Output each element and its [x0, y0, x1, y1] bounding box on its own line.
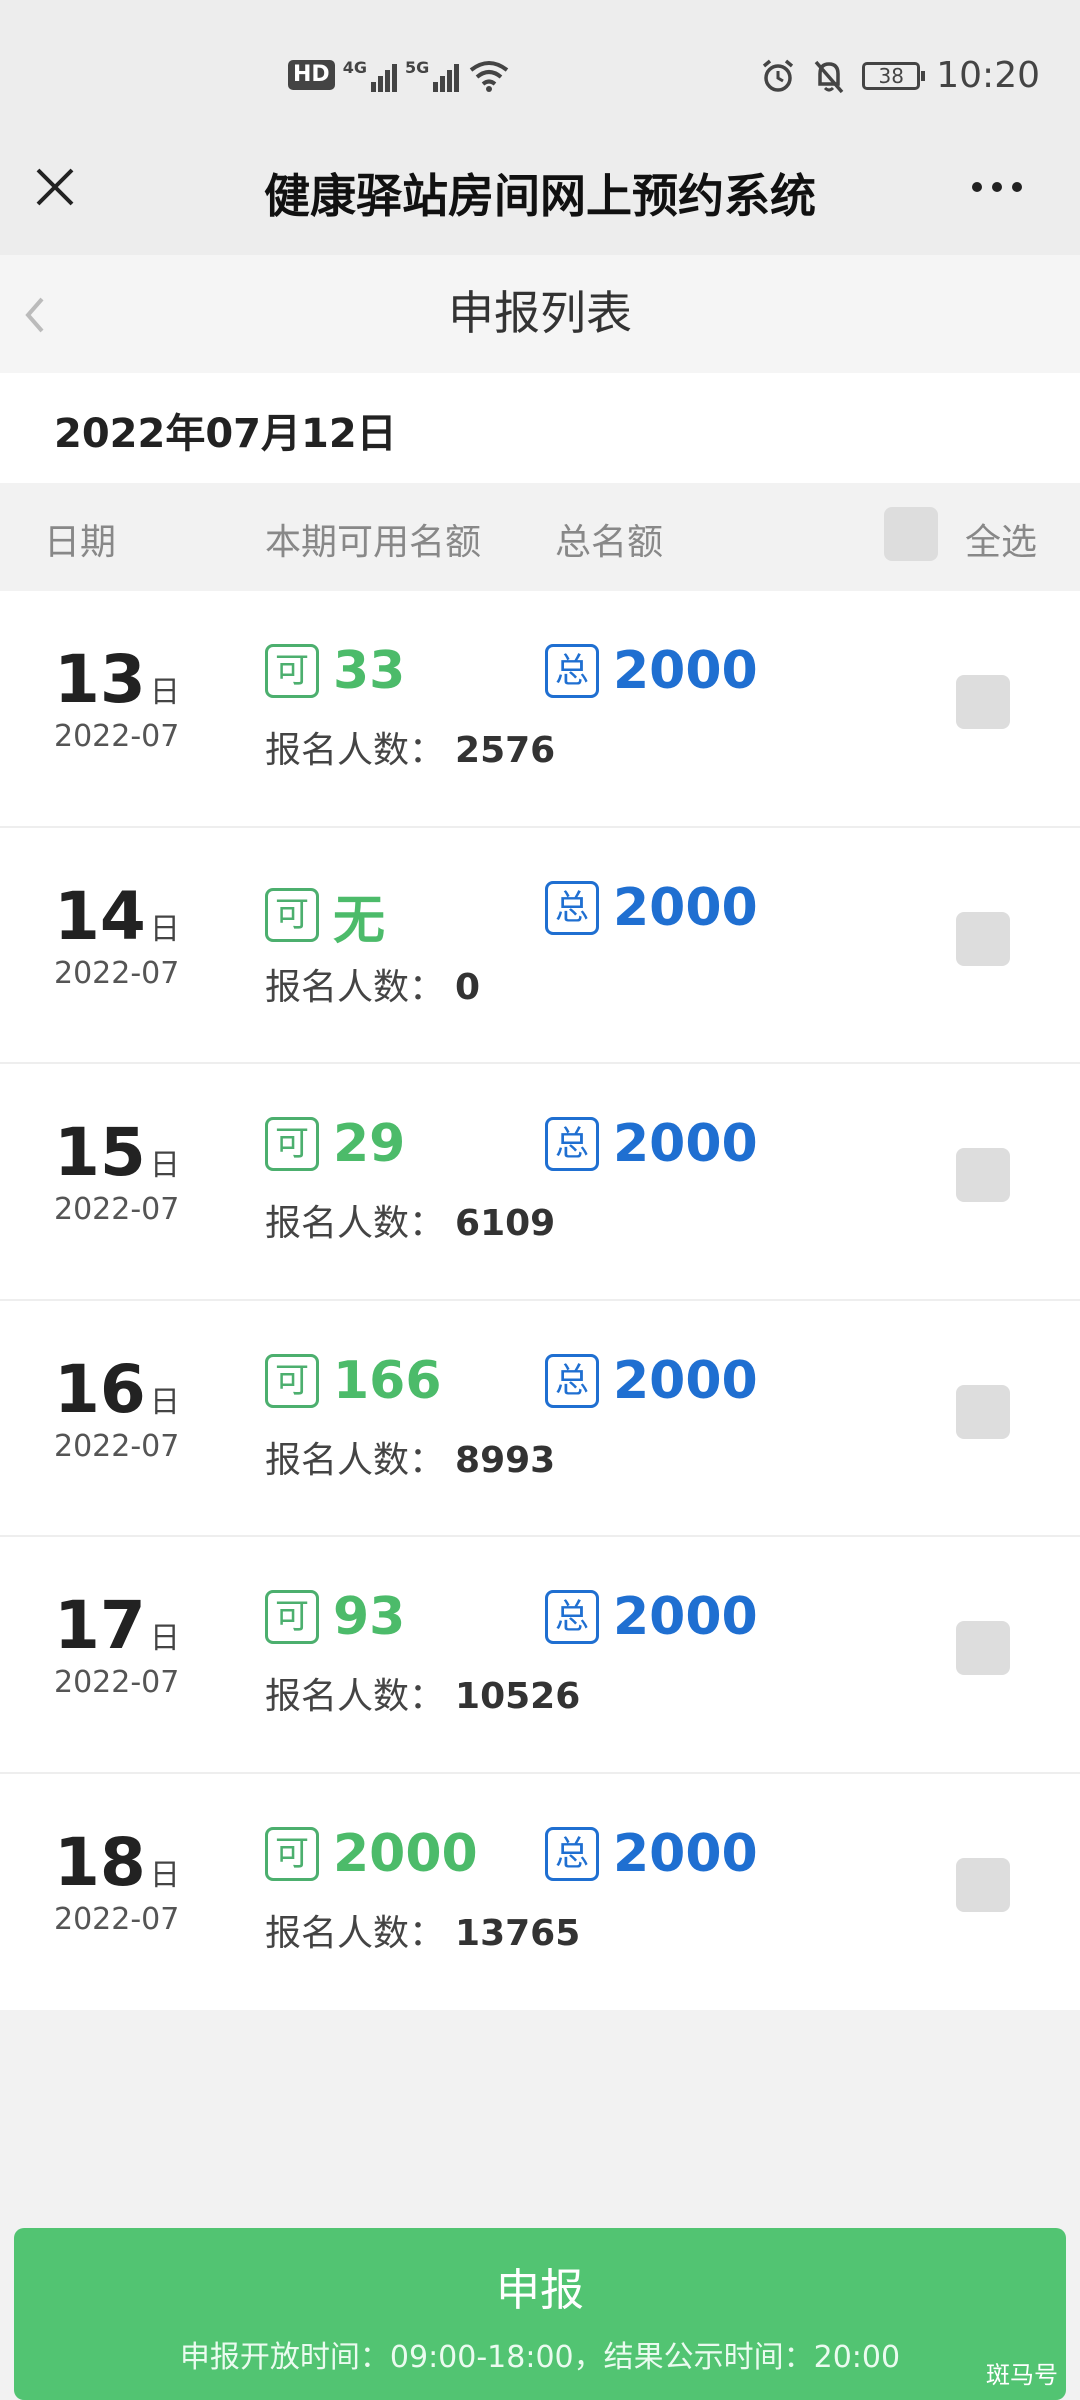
total-tag: 总 [545, 644, 599, 698]
day-number: 16 日 [54, 1350, 180, 1428]
status-right: 38 10:20 [760, 55, 1040, 96]
status-bar: HD 4G 5G 38 10:20 [0, 0, 1080, 150]
day-number: 15 日 [54, 1114, 180, 1191]
battery-icon: 38 [862, 61, 926, 90]
mute-bell-icon [814, 60, 844, 93]
row-checkbox[interactable] [956, 1148, 1010, 1202]
row-checkbox[interactable] [956, 1857, 1010, 1912]
total-quota: 总 2000 [545, 1114, 758, 1174]
total-quota: 总 2000 [545, 1351, 758, 1411]
wifi-icon [469, 61, 509, 92]
available-quota: 可 166 [265, 1351, 442, 1411]
select-all-checkbox[interactable] [884, 507, 938, 561]
available-tag: 可 [265, 1353, 319, 1408]
available-quota: 可 29 [265, 1114, 405, 1174]
clock-time: 10:20 [936, 55, 1040, 96]
row-checkbox[interactable] [956, 1621, 1010, 1675]
day-number: 13 日 [54, 641, 180, 718]
year-month: 2022-07 [54, 1901, 180, 1937]
enrolled-count: 报名人数： 13765 [265, 1912, 581, 1954]
signal-5g-icon: 5G [405, 58, 460, 92]
column-available: 本期可用名额 [265, 522, 482, 563]
list-item[interactable]: 17 日 2022-07 可 93 总 2000 报名人数： 10526 [0, 1537, 1080, 1774]
day-number: 18 日 [54, 1823, 180, 1901]
column-date: 日期 [44, 522, 117, 563]
column-total: 总名额 [555, 522, 664, 563]
column-header: 日期 本期可用名额 总名额 全选 [0, 483, 1080, 591]
total-tag: 总 [545, 1353, 599, 1408]
submit-label: 申报 [496, 2265, 584, 2316]
total-tag: 总 [545, 1117, 599, 1171]
list-item[interactable]: 18 日 2022-07 可 2000 总 2000 报名人数： 13765 [0, 1773, 1080, 2010]
day-number: 14 日 [54, 877, 180, 955]
submit-button[interactable]: 申报 申报开放时间：09:00-18:00，结果公示时间：20:00 [14, 2228, 1066, 2400]
year-month: 2022-07 [54, 1665, 180, 1700]
available-quota: 可无 [265, 878, 385, 953]
total-quota: 总 2000 [545, 1587, 758, 1647]
row-checkbox[interactable] [956, 911, 1010, 966]
enrolled-count: 报名人数： 6109 [265, 1203, 556, 1244]
page-header: 申报列表 [0, 255, 1080, 373]
date-list: 13 日 2022-07 可 33 总 2000 报名人数： 2576 14 日 2022… [0, 591, 1080, 2010]
list-item[interactable]: 15 日 2022-07 可 29 总 2000 报名人数： 6109 [0, 1064, 1080, 1301]
available-quota: 可 33 [265, 641, 405, 701]
enrolled-count: 报名人数： 8993 [265, 1439, 556, 1481]
app-title-bar: 健康驿站房间网上预约系统 [0, 150, 1080, 255]
available-tag: 可 [265, 1826, 319, 1881]
list-item[interactable]: 13 日 2022-07 可 33 总 2000 报名人数： 2576 [0, 591, 1080, 828]
app-title: 健康驿站房间网上预约系统 [264, 169, 816, 223]
current-date: 2022年07月12日 [54, 411, 397, 457]
select-all-label[interactable]: 全选 [965, 513, 1037, 565]
date-row: 2022年07月12日 [0, 373, 1080, 483]
total-tag: 总 [545, 1826, 599, 1881]
available-quota: 可 93 [265, 1587, 405, 1647]
row-checkbox[interactable] [956, 675, 1010, 729]
available-quota: 可 2000 [265, 1824, 478, 1884]
list-item[interactable]: 16 日 2022-07 可 166 总 2000 报名人数： 8993 [0, 1300, 1080, 1537]
signal-4g-icon: 4G [343, 58, 397, 92]
more-options-icon[interactable] [972, 172, 1032, 202]
year-month: 2022-07 [54, 719, 180, 754]
available-tag: 可 [265, 1117, 319, 1171]
alarm-icon [763, 59, 794, 92]
enrolled-count: 报名人数： 10526 [265, 1676, 581, 1717]
hd-icon: HD [288, 60, 335, 90]
total-quota: 总 2000 [545, 641, 758, 701]
available-tag: 可 [265, 644, 319, 698]
available-tag: 可 [265, 888, 319, 942]
year-month: 2022-07 [54, 955, 180, 991]
total-quota: 总 2000 [545, 878, 758, 938]
day-number: 17 日 [54, 1587, 180, 1664]
available-tag: 可 [265, 1590, 319, 1644]
watermark: 斑马号 [986, 2361, 1058, 2389]
schedule-note: 申报开放时间：09:00-18:00，结果公示时间：20:00 [179, 2340, 901, 2375]
page-title: 申报列表 [448, 286, 632, 340]
total-quota: 总 2000 [545, 1824, 758, 1884]
total-tag: 总 [545, 880, 599, 935]
status-left: HD 4G 5G [288, 58, 511, 92]
enrolled-count: 报名人数： 0 [265, 966, 481, 1008]
row-checkbox[interactable] [956, 1384, 1010, 1439]
total-tag: 总 [545, 1590, 599, 1644]
enrolled-count: 报名人数： 2576 [265, 730, 556, 771]
year-month: 2022-07 [54, 1428, 180, 1464]
year-month: 2022-07 [54, 1192, 180, 1227]
list-item[interactable]: 14 日 2022-07 可无 总 2000 报名人数： 0 [0, 827, 1080, 1064]
